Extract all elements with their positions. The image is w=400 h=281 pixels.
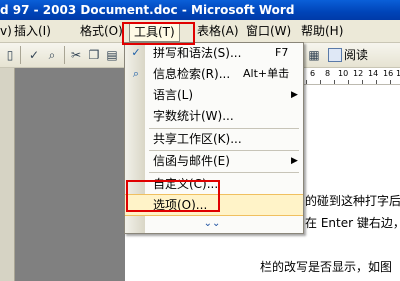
toolbar-separator [20,46,21,64]
menu-item-shortcut: Alt+单击 [243,67,290,80]
menu-item-label: 语言(L) [153,88,194,102]
reading-icon [328,48,342,62]
menu-separator [149,172,299,173]
menu-table[interactable]: 表格(A) [197,22,239,40]
menu-item-label: 信息检索(R)... [153,67,231,81]
ruler-label: 10 [338,69,349,78]
reading-layout-button[interactable]: 阅读 [326,46,368,64]
ruler-tick [334,80,335,84]
menu-item-language[interactable]: 语言(L) ▶ [125,85,303,105]
menu-item-research[interactable]: ⌕ 信息检索(R)... Alt+单击 [125,64,303,84]
menu-view[interactable]: v) [0,22,12,40]
document-text-line: 栏的改写是否显示，如图 [260,260,393,274]
ruler-tick [390,80,391,84]
ruler-label: 6 [310,69,316,78]
submenu-arrow-icon: ▶ [291,156,298,166]
spelling-icon[interactable]: ✓ [26,47,42,63]
ruler-tick [376,80,377,84]
ruler-tick [320,80,321,84]
menu-bar: v) 插入(I) 格式(O) 工具(T) 表格(A) 窗口(W) 帮助(H) [0,20,400,43]
new-document-icon[interactable]: ▯ [2,47,18,63]
reading-label: 阅读 [344,48,369,62]
menu-item-spelling[interactable]: ✓ 拼写和语法(S)... F7 [125,43,303,63]
menu-item-label: 信函与邮件(E) [153,154,230,168]
submenu-arrow-icon: ▶ [291,90,298,100]
zoom-icon[interactable]: ▦ [306,47,322,63]
ruler-tick [348,80,349,84]
paste-icon[interactable]: ▤ [104,47,120,63]
ruler-label: 16 [383,69,394,78]
menu-window[interactable]: 窗口(W) [246,22,291,40]
left-gray-area [0,68,125,281]
ruler-tick [362,80,363,84]
research-icon[interactable]: ⌕ [44,47,60,63]
expand-menu-chevron-icon[interactable]: ⌄⌄ [197,217,227,231]
cut-icon[interactable]: ✂ [68,47,84,63]
research-icon: ⌕ [132,67,140,80]
menu-insert[interactable]: 插入(I) [14,22,51,40]
ruler-tick [306,80,307,84]
menu-item-letters-mailings[interactable]: 信函与邮件(E) ▶ [125,151,303,171]
ruler-label: 8 [325,69,331,78]
copy-icon[interactable]: ❐ [86,47,102,63]
menu-help[interactable]: 帮助(H) [301,22,343,40]
menu-item-label: 共享工作区(K)... [153,132,242,146]
ruler-label: 12 [353,69,364,78]
document-text-line: 的碰到这种打字后 [305,194,400,208]
menu-item-shared-workspace[interactable]: 共享工作区(K)... [125,129,303,149]
menu-item-word-count[interactable]: 字数统计(W)... [125,106,303,126]
menu-item-label: 字数统计(W)... [153,109,234,123]
toolbar-separator [64,46,65,64]
vertical-ruler [0,68,15,281]
ruler-label: 14 [368,69,379,78]
window-title: d 97 - 2003 Document.doc - Microsoft Wor… [0,3,295,17]
options-highlight-box [126,180,220,212]
menu-format[interactable]: 格式(O) [80,22,123,40]
ruler-label: 18 [396,69,400,78]
menu-item-label: 拼写和语法(S)... [153,46,242,60]
tools-menu-highlight-box [122,22,195,45]
window-title-bar: d 97 - 2003 Document.doc - Microsoft Wor… [0,0,400,20]
menu-item-shortcut: F7 [275,46,289,59]
spelling-icon: ✓ [131,46,141,59]
document-text-line: 在 Enter 键右边， [305,216,400,230]
